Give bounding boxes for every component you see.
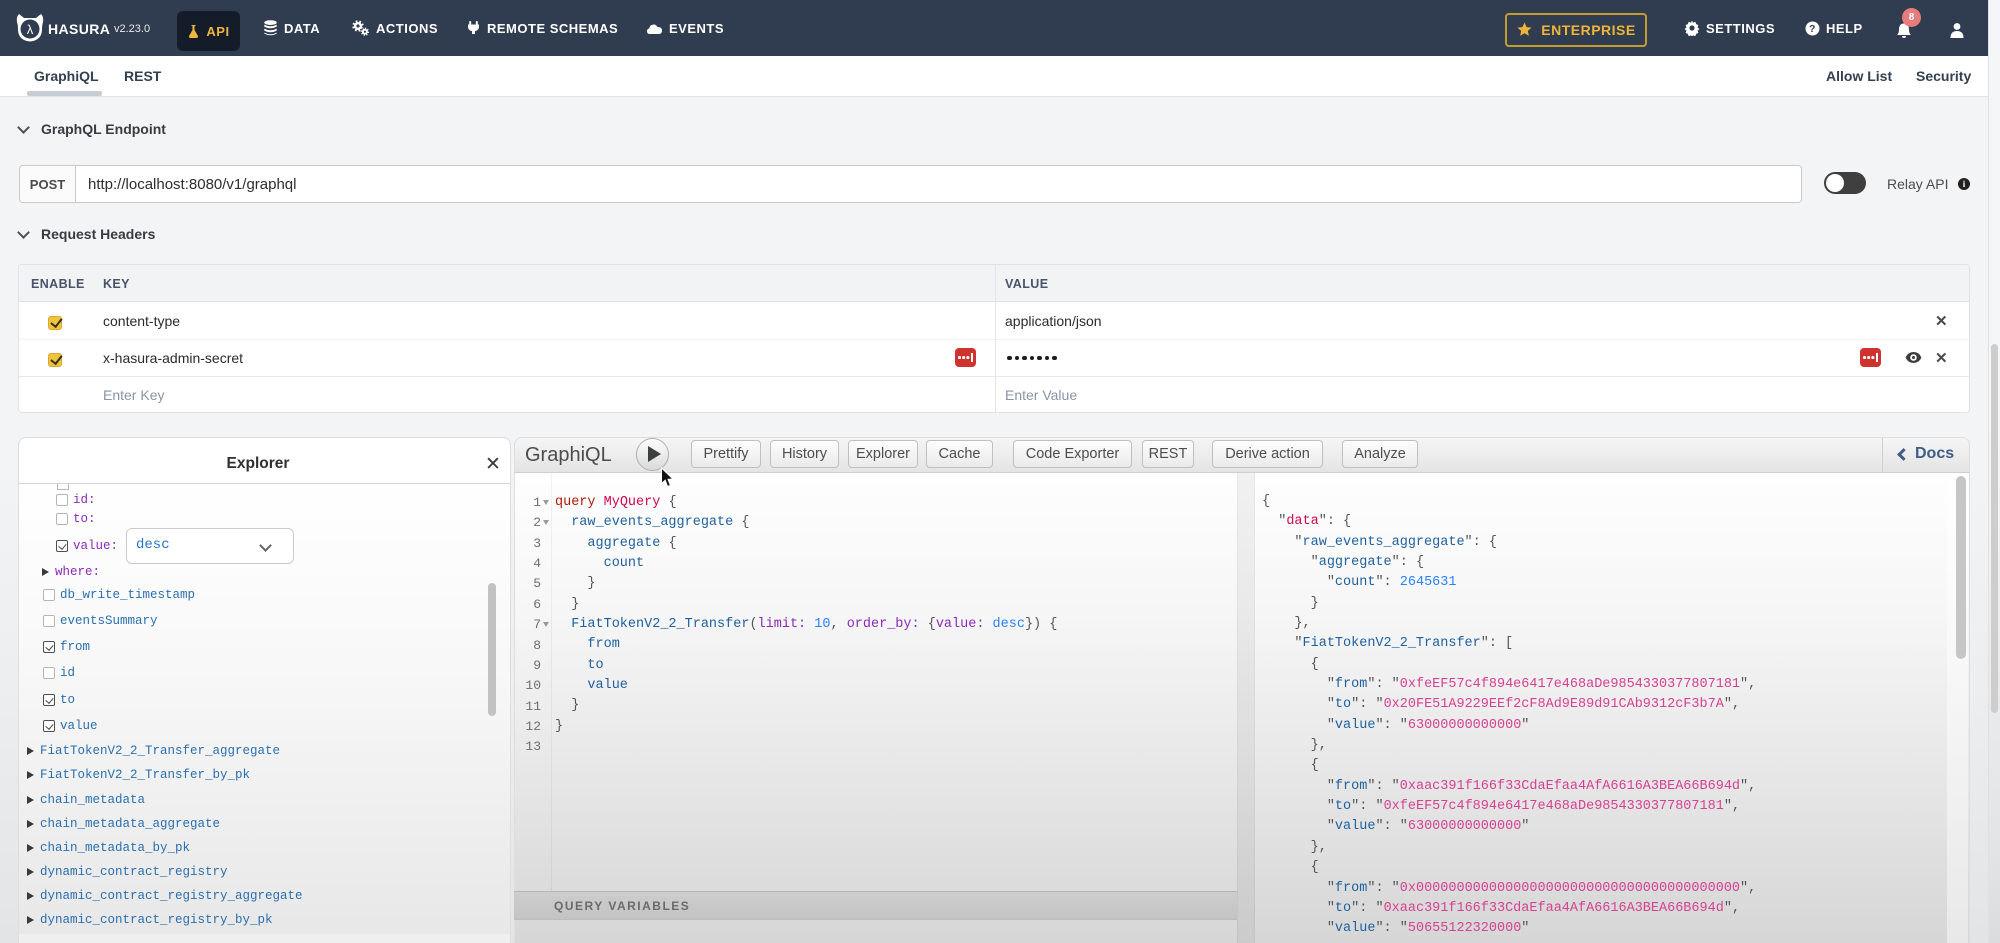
svg-text:λ: λ [27,22,34,37]
svg-text:?: ? [1809,23,1816,35]
